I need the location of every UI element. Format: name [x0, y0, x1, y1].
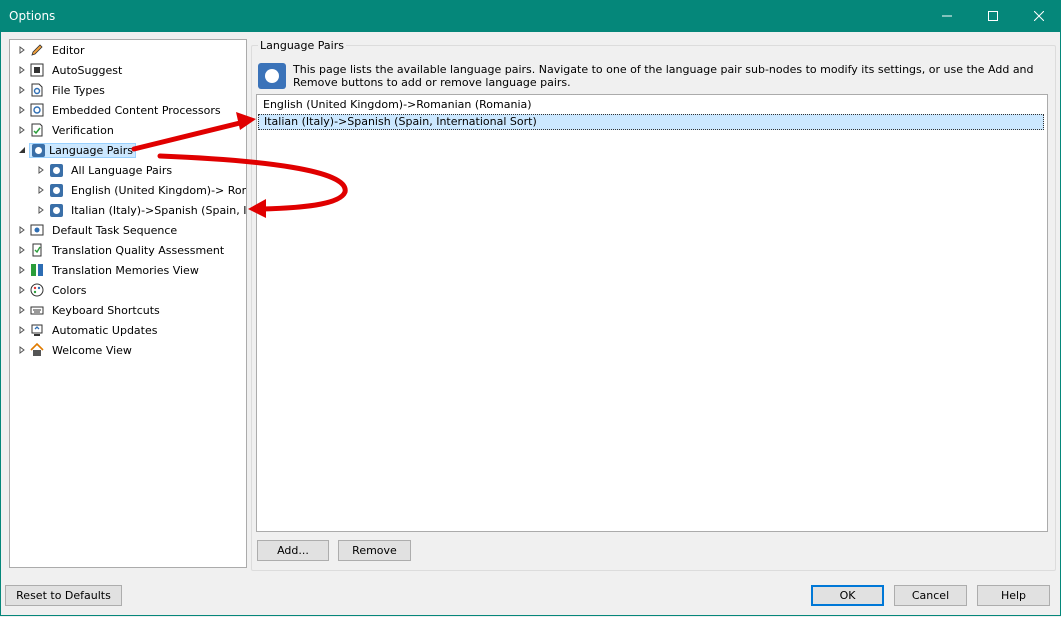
updates-icon: [29, 322, 45, 338]
cancel-button[interactable]: Cancel: [894, 585, 967, 606]
tree-item-tm-view[interactable]: Translation Memories View: [17, 260, 202, 280]
tree-item-all-language-pairs[interactable]: All Language Pairs: [36, 160, 175, 180]
expand-arrow-icon[interactable]: [36, 205, 46, 215]
tree-item-label: Translation Memories View: [52, 263, 199, 277]
ok-button[interactable]: OK: [811, 585, 884, 606]
info-section: This page lists the available language p…: [258, 63, 1048, 91]
file-gear-icon: [29, 82, 45, 98]
tree-item-label: All Language Pairs: [71, 163, 173, 177]
tree-item-file-types[interactable]: File Types: [17, 80, 108, 100]
tqa-icon: [29, 242, 45, 258]
options-tree[interactable]: Editor AutoSuggest File Types Embedded C…: [9, 39, 247, 568]
language-pair-icon: [49, 203, 63, 217]
expand-arrow-icon[interactable]: [17, 305, 27, 315]
tree-item-label: English (United Kingdom)-> Roma: [71, 183, 247, 197]
tree-item-english-romanian[interactable]: English (United Kingdom)-> Roma: [36, 180, 247, 200]
language-pair-icon: [32, 143, 45, 157]
maximize-button[interactable]: [970, 0, 1016, 32]
collapse-arrow-icon[interactable]: [17, 145, 27, 155]
verification-icon: [29, 122, 45, 138]
tree-item-automatic-updates[interactable]: Automatic Updates: [17, 320, 160, 340]
globe-icon: [258, 63, 286, 89]
add-button[interactable]: Add...: [257, 540, 329, 561]
tree-item-label: Colors: [52, 283, 87, 297]
tree-item-autosuggest[interactable]: AutoSuggest: [17, 60, 125, 80]
tree-item-label: Editor: [52, 43, 85, 57]
panel-title: Language Pairs: [258, 39, 346, 52]
embedded-icon: [29, 102, 45, 118]
expand-arrow-icon[interactable]: [36, 185, 46, 195]
list-item-selected[interactable]: Italian (Italy)->Spanish (Spain, Interna…: [258, 114, 1044, 130]
tree-item-welcome-view[interactable]: Welcome View: [17, 340, 135, 360]
expand-arrow-icon[interactable]: [17, 225, 27, 235]
title-bar: Options: [0, 0, 1061, 32]
tree-item-embedded-content[interactable]: Embedded Content Processors: [17, 100, 224, 120]
palette-icon: [29, 282, 45, 298]
tree-item-label-box: Language Pairs: [29, 142, 136, 158]
tree-item-label: Embedded Content Processors: [52, 103, 221, 117]
tree-item-label: Translation Quality Assessment: [52, 243, 225, 257]
pencil-icon: [29, 42, 45, 58]
tree-item-colors[interactable]: Colors: [17, 280, 89, 300]
tree-item-default-task-sequence[interactable]: Default Task Sequence: [17, 220, 180, 240]
language-pair-icon: [49, 183, 63, 197]
info-text: This page lists the available language p…: [293, 63, 1034, 89]
expand-arrow-icon[interactable]: [17, 65, 27, 75]
close-button[interactable]: [1016, 0, 1061, 32]
tree-item-keyboard-shortcuts[interactable]: Keyboard Shortcuts: [17, 300, 163, 320]
home-icon: [29, 342, 45, 358]
tree-item-italian-spanish[interactable]: Italian (Italy)->Spanish (Spain, Inte: [36, 200, 247, 220]
tree-item-label: AutoSuggest: [52, 63, 123, 77]
expand-arrow-icon[interactable]: [17, 85, 27, 95]
expand-arrow-icon[interactable]: [17, 45, 27, 55]
task-sequence-icon: [29, 222, 45, 238]
tree-item-language-pairs[interactable]: Language Pairs: [17, 140, 136, 160]
window-title: Options: [9, 9, 56, 23]
expand-arrow-icon[interactable]: [17, 345, 27, 355]
tree-item-label: Italian (Italy)->Spanish (Spain, Inte: [71, 203, 247, 217]
expand-arrow-icon[interactable]: [36, 165, 46, 175]
tree-item-editor[interactable]: Editor: [17, 40, 88, 60]
minimize-button[interactable]: [924, 0, 970, 32]
tm-view-icon: [29, 262, 45, 278]
tree-item-label: Language Pairs: [49, 143, 133, 157]
tree-item-label: Verification: [52, 123, 114, 137]
expand-arrow-icon[interactable]: [17, 125, 27, 135]
expand-arrow-icon[interactable]: [17, 245, 27, 255]
minimize-icon: [942, 15, 952, 17]
remove-button[interactable]: Remove: [338, 540, 411, 561]
expand-arrow-icon[interactable]: [17, 105, 27, 115]
tree-item-label: Welcome View: [52, 343, 132, 357]
close-icon: [1034, 11, 1044, 21]
tree-item-label: Keyboard Shortcuts: [52, 303, 160, 317]
language-pairs-list[interactable]: English (United Kingdom)->Romanian (Roma…: [256, 94, 1048, 532]
tree-item-label: Automatic Updates: [52, 323, 158, 337]
tree-item-tqa[interactable]: Translation Quality Assessment: [17, 240, 227, 260]
tree-item-label: Default Task Sequence: [52, 223, 178, 237]
autosuggest-icon: [29, 62, 45, 78]
keyboard-icon: [29, 302, 45, 318]
tree-item-verification[interactable]: Verification: [17, 120, 117, 140]
expand-arrow-icon[interactable]: [17, 265, 27, 275]
expand-arrow-icon[interactable]: [17, 325, 27, 335]
maximize-icon: [988, 11, 998, 21]
list-item[interactable]: English (United Kingdom)->Romanian (Roma…: [258, 97, 1044, 113]
language-pair-icon: [49, 163, 63, 177]
expand-arrow-icon[interactable]: [17, 285, 27, 295]
reset-to-defaults-button[interactable]: Reset to Defaults: [5, 585, 122, 606]
help-button[interactable]: Help: [977, 585, 1050, 606]
tree-item-label: File Types: [52, 83, 105, 97]
